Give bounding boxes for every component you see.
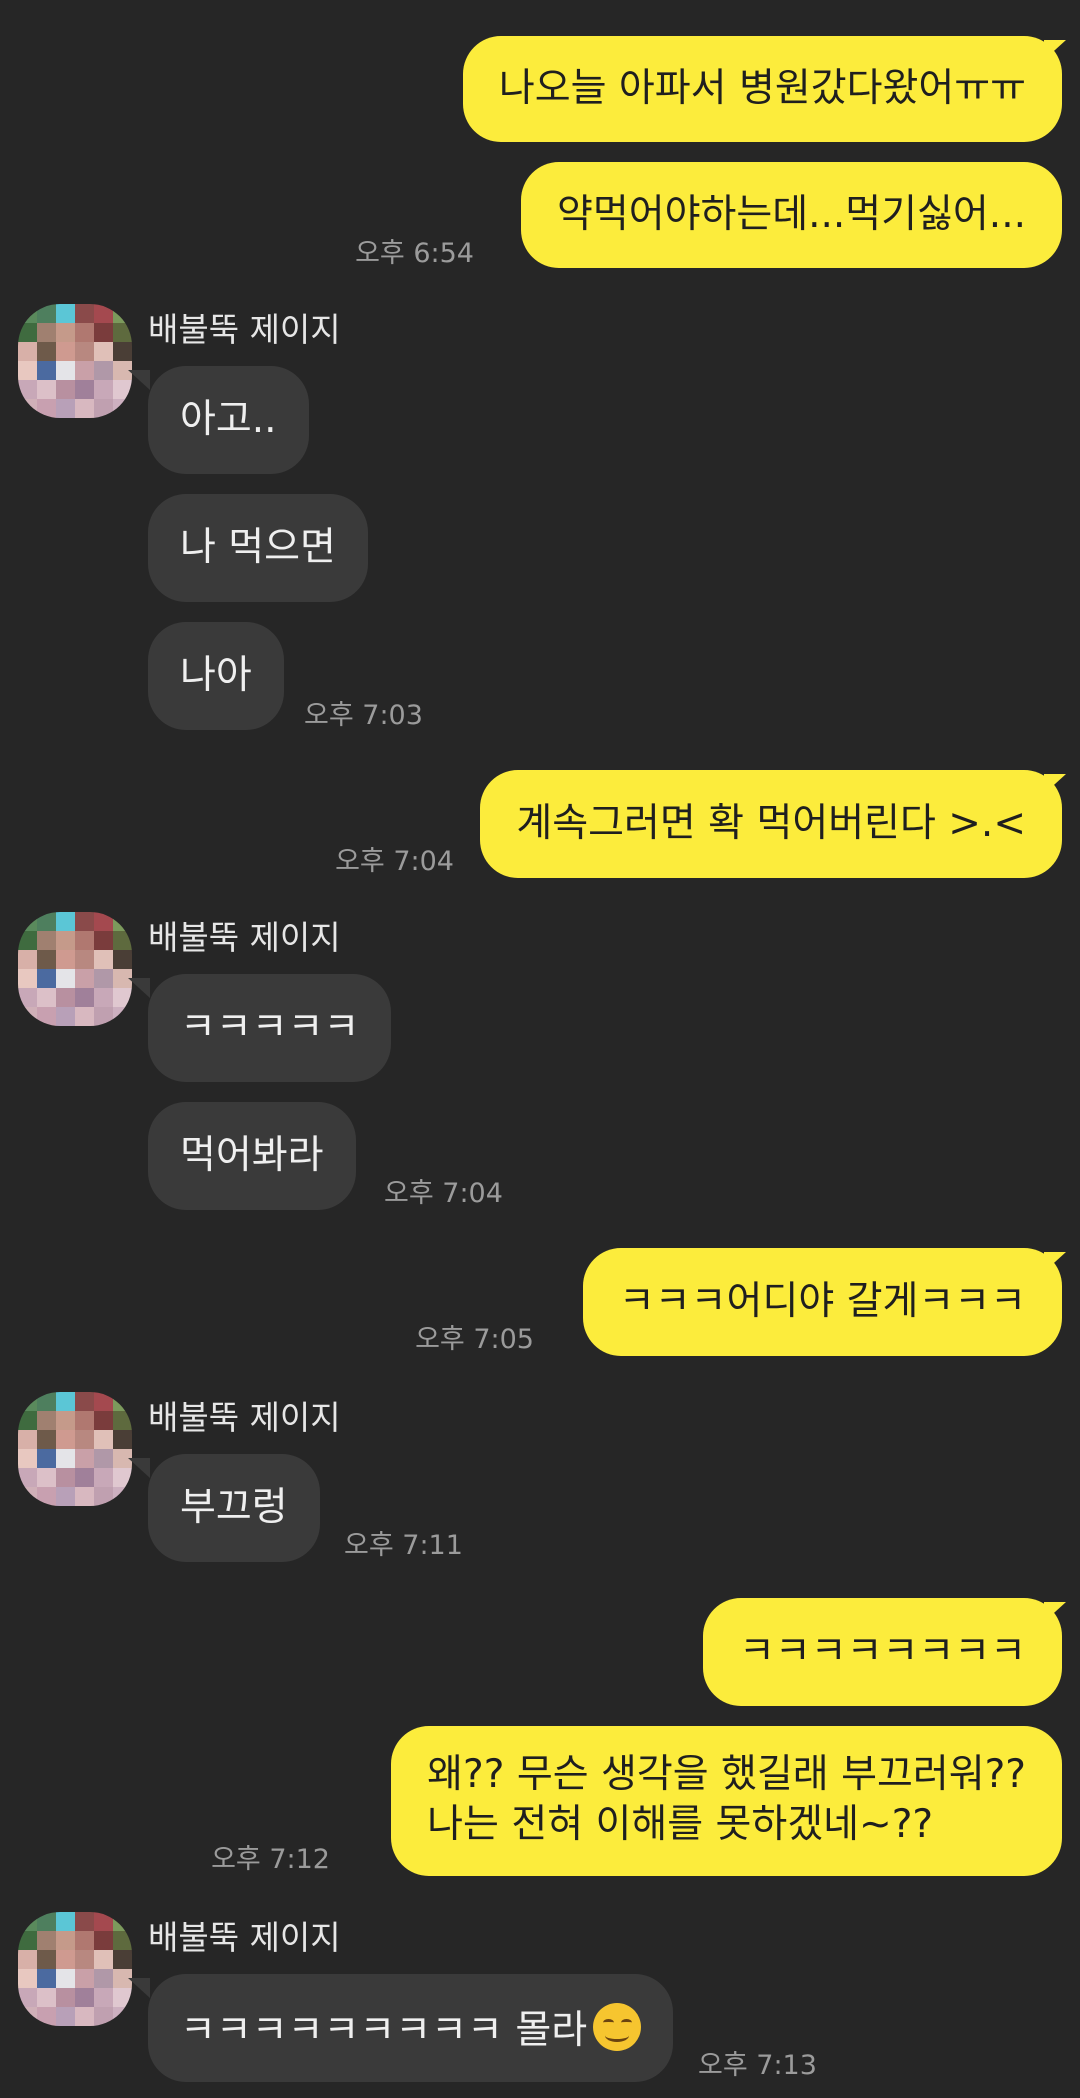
message-timestamp: 오후 7:04 xyxy=(384,1178,503,1209)
bubble-tail xyxy=(1044,40,1066,60)
bubble-tail xyxy=(128,370,150,390)
bubble-tail xyxy=(1044,774,1066,794)
message-text: ㅋㅋㅋ어디야 갈게ㅋㅋㅋ xyxy=(618,1279,1026,1324)
contact-name: 배불뚝 제이지 xyxy=(148,1398,341,1437)
message-text-line-1: 왜?? 무슨 생각을 했길래 부끄러워?? xyxy=(427,1752,1026,1797)
bubble-tail xyxy=(1044,1602,1066,1622)
contact-name: 배불뚝 제이지 xyxy=(148,1918,341,1957)
other-message-bubble[interactable]: ㅋㅋㅋㅋㅋㅋㅋㅋㅋ 몰라 xyxy=(148,1974,674,2082)
message-timestamp: 오후 7:04 xyxy=(335,846,454,877)
message-timestamp: 오후 7:12 xyxy=(211,1844,330,1875)
message-text: ㅋㅋㅋㅋㅋ xyxy=(180,1005,360,1050)
bubble-tail xyxy=(128,1978,150,1998)
contact-name: 배불뚝 제이지 xyxy=(148,918,341,957)
message-timestamp: 오후 7:13 xyxy=(698,2050,817,2081)
message-timestamp: 오후 6:54 xyxy=(355,238,474,269)
message-timestamp: 오후 7:03 xyxy=(304,700,423,731)
message-text: ㅋㅋㅋㅋㅋㅋㅋㅋ xyxy=(738,1629,1026,1674)
contact-avatar[interactable] xyxy=(18,304,132,418)
message-text: 아고.. xyxy=(180,397,277,442)
message-text: 먹어봐라 xyxy=(180,1133,324,1178)
message-text: 나아 xyxy=(180,653,252,698)
message-text: 부끄렁 xyxy=(180,1485,288,1530)
message-text: ㅋㅋㅋㅋㅋㅋㅋㅋㅋ 몰라 xyxy=(180,2008,588,2053)
message-text: 나오늘 아파서 병원갔다왔어ㅠㅠ xyxy=(498,66,1026,111)
my-message-bubble[interactable]: ㅋㅋㅋ어디야 갈게ㅋㅋㅋ xyxy=(582,1248,1062,1356)
message-timestamp: 오후 7:05 xyxy=(415,1324,534,1355)
my-message-bubble[interactable]: 나오늘 아파서 병원갔다왔어ㅠㅠ xyxy=(462,36,1062,142)
bubble-tail xyxy=(128,978,150,998)
other-message-bubble[interactable]: 먹어봐라 xyxy=(148,1102,356,1210)
message-text-line-2: 나는 전혀 이해를 못하겠네~?? xyxy=(427,1802,934,1847)
message-text: 계속그러면 확 먹어버린다 >.< xyxy=(516,801,1026,846)
other-message-bubble[interactable]: 나아 xyxy=(148,622,284,730)
contact-avatar[interactable] xyxy=(18,1912,132,2026)
contact-name: 배불뚝 제이지 xyxy=(148,310,341,349)
my-message-bubble[interactable]: 약먹어야하는데...먹기싫어... xyxy=(520,162,1062,268)
message-text: 약먹어야하는데...먹기싫어... xyxy=(556,192,1026,237)
my-message-bubble[interactable]: ㅋㅋㅋㅋㅋㅋㅋㅋ xyxy=(702,1598,1062,1706)
bubble-tail xyxy=(128,1458,150,1478)
other-message-bubble[interactable]: 아고.. xyxy=(148,366,309,474)
message-text: 나 먹으면 xyxy=(180,525,336,570)
my-message-bubble[interactable]: 계속그러면 확 먹어버린다 >.< xyxy=(480,770,1062,878)
message-timestamp: 오후 7:11 xyxy=(344,1530,463,1561)
other-message-bubble[interactable]: 나 먹으면 xyxy=(148,494,368,602)
other-message-bubble[interactable]: 부끄렁 xyxy=(148,1454,320,1562)
contact-avatar[interactable] xyxy=(18,1392,132,1506)
contact-avatar[interactable] xyxy=(18,912,132,1026)
other-message-bubble[interactable]: ㅋㅋㅋㅋㅋ xyxy=(148,974,392,1082)
bubble-tail xyxy=(1044,1252,1066,1272)
smirking-face-emoji-icon xyxy=(593,2003,642,2051)
my-message-bubble[interactable]: 왜?? 무슨 생각을 했길래 부끄러워?? 나는 전혀 이해를 못하겠네~?? xyxy=(391,1726,1062,1876)
